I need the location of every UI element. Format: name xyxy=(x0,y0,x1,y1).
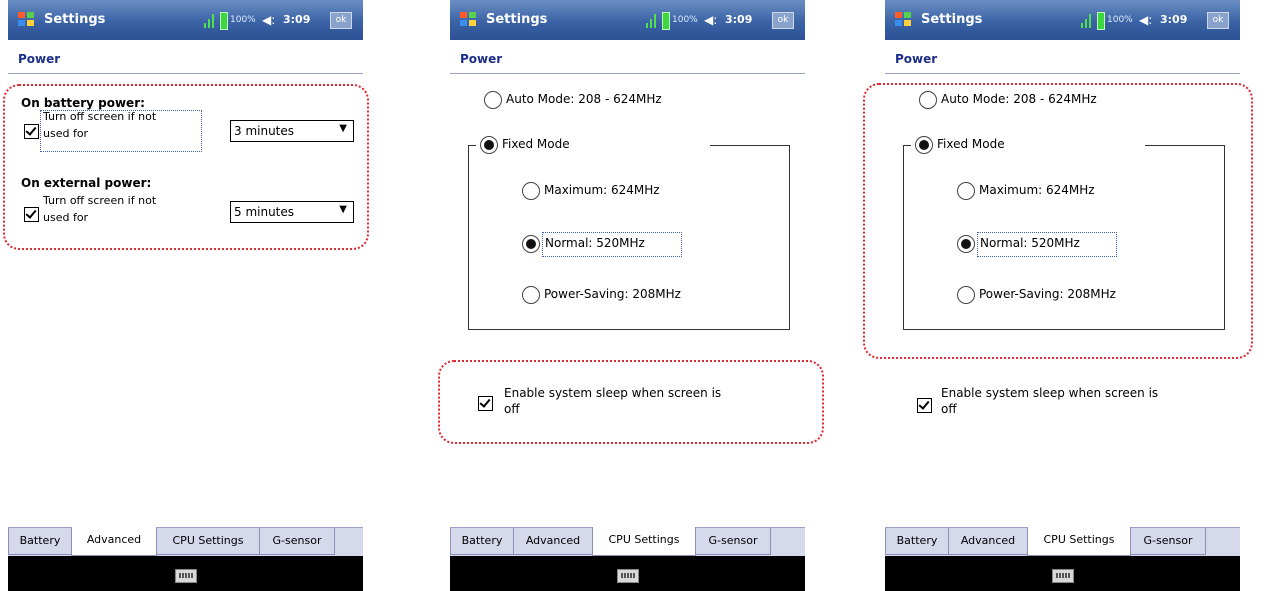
tab-advanced[interactable]: Advanced xyxy=(513,528,593,555)
signal-icon xyxy=(646,14,656,28)
maximum-label[interactable]: Maximum: 624MHz xyxy=(544,183,660,197)
tab-bar: Battery Advanced CPU Settings G-sensor xyxy=(885,527,1240,556)
system-sleep-label-line2[interactable]: off xyxy=(941,402,957,416)
signal-icon xyxy=(1081,14,1091,28)
battery-icon xyxy=(662,12,670,30)
highlight-frame xyxy=(438,360,824,444)
auto-mode-radio[interactable] xyxy=(484,91,502,109)
highlight-frame xyxy=(863,83,1253,359)
page-title: Power xyxy=(460,52,503,66)
tab-battery[interactable]: Battery xyxy=(885,528,949,555)
app-title: Settings xyxy=(486,12,548,27)
ok-button[interactable]: ok xyxy=(1207,12,1229,29)
screen-cpu-settings: Settings 100% ◀: 3:09 ok Power Auto Mode… xyxy=(438,0,824,591)
battery-icon xyxy=(1097,12,1105,30)
header-divider xyxy=(885,73,1240,74)
windows-start-icon[interactable] xyxy=(460,12,478,28)
tab-battery[interactable]: Battery xyxy=(450,528,514,555)
soft-key-bar xyxy=(450,556,805,591)
system-sleep-label-line1[interactable]: Enable system sleep when screen is xyxy=(941,386,1158,400)
tab-cpu-settings[interactable]: CPU Settings xyxy=(592,527,696,556)
normal-radio[interactable] xyxy=(522,235,540,253)
speaker-icon[interactable]: ◀: xyxy=(262,13,275,27)
windows-start-icon[interactable] xyxy=(895,12,913,28)
app-title: Settings xyxy=(44,12,106,27)
battery-percent: 100% xyxy=(1107,15,1133,25)
tab-bar: Battery Advanced CPU Settings G-sensor xyxy=(450,527,805,556)
page-title: Power xyxy=(895,52,938,66)
title-bar: Settings 100% ◀: 3:09 ok xyxy=(450,0,805,40)
keyboard-icon[interactable] xyxy=(175,569,197,583)
screen-cpu-settings-alt: Settings 100% ◀: 3:09 ok Power Auto Mode… xyxy=(863,0,1253,591)
fixed-mode-label[interactable]: Fixed Mode xyxy=(502,137,570,151)
auto-mode-label[interactable]: Auto Mode: 208 - 624MHz xyxy=(506,92,662,106)
page-title: Power xyxy=(18,52,61,66)
fixed-mode-radio[interactable] xyxy=(480,136,498,154)
clock: 3:09 xyxy=(283,13,311,26)
system-sleep-checkbox[interactable] xyxy=(917,398,932,413)
highlight-frame xyxy=(3,84,369,250)
tab-battery[interactable]: Battery xyxy=(8,528,72,555)
ok-button[interactable]: ok xyxy=(330,12,352,29)
screen-advanced: Settings 100% ◀: 3:09 ok Power On batter… xyxy=(3,0,369,591)
battery-percent: 100% xyxy=(672,15,698,25)
maximum-radio[interactable] xyxy=(522,182,540,200)
speaker-icon[interactable]: ◀: xyxy=(704,13,717,27)
tab-g-sensor[interactable]: G-sensor xyxy=(1130,528,1206,555)
ok-button[interactable]: ok xyxy=(772,12,794,29)
title-bar: Settings 100% ◀: 3:09 ok xyxy=(8,0,363,40)
keyboard-icon[interactable] xyxy=(617,569,639,583)
tab-bar: Battery Advanced CPU Settings G-sensor xyxy=(8,527,363,556)
tab-advanced[interactable]: Advanced xyxy=(71,527,157,556)
normal-label[interactable]: Normal: 520MHz xyxy=(545,236,645,250)
soft-key-bar xyxy=(885,556,1240,591)
power-saving-label[interactable]: Power-Saving: 208MHz xyxy=(544,287,681,301)
header-divider xyxy=(450,73,805,74)
tab-cpu-settings[interactable]: CPU Settings xyxy=(156,528,260,555)
clock: 3:09 xyxy=(1160,13,1188,26)
tab-g-sensor[interactable]: G-sensor xyxy=(695,528,771,555)
clock: 3:09 xyxy=(725,13,753,26)
power-saving-radio[interactable] xyxy=(522,286,540,304)
app-title: Settings xyxy=(921,12,983,27)
windows-start-icon[interactable] xyxy=(18,12,36,28)
keyboard-icon[interactable] xyxy=(1052,569,1074,583)
title-bar: Settings 100% ◀: 3:09 ok xyxy=(885,0,1240,40)
tab-advanced[interactable]: Advanced xyxy=(948,528,1028,555)
battery-percent: 100% xyxy=(230,15,256,25)
tab-cpu-settings[interactable]: CPU Settings xyxy=(1027,527,1131,556)
battery-icon xyxy=(220,12,228,30)
tab-g-sensor[interactable]: G-sensor xyxy=(259,528,335,555)
signal-icon xyxy=(204,14,214,28)
header-divider xyxy=(8,73,363,74)
soft-key-bar xyxy=(8,556,363,591)
fixed-mode-caption: Fixed Mode xyxy=(476,134,710,156)
speaker-icon[interactable]: ◀: xyxy=(1139,13,1152,27)
